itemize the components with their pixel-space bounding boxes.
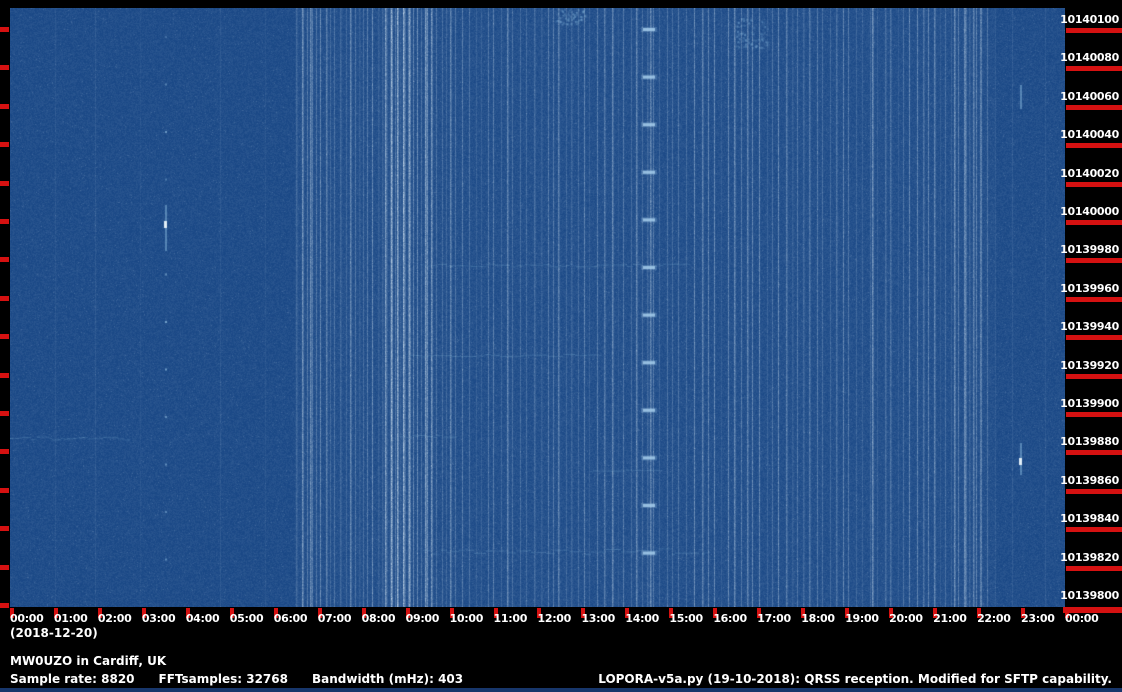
freq-tick-left bbox=[0, 487, 9, 493]
time-label: 07:00 bbox=[317, 612, 352, 625]
time-label: 05:00 bbox=[229, 612, 264, 625]
freq-tick-right bbox=[1066, 450, 1122, 456]
freq-label: 10139800 bbox=[1060, 589, 1119, 602]
freq-tick-left bbox=[0, 603, 9, 608]
time-label: 18:00 bbox=[801, 612, 835, 625]
freq-label: 10140000 bbox=[1060, 205, 1119, 218]
time-label: 10:00 bbox=[449, 612, 484, 625]
freq-tick-left bbox=[0, 219, 9, 224]
freq-tick-left bbox=[0, 334, 9, 340]
freq-label: 10139880 bbox=[1060, 435, 1119, 449]
freq-tick-left bbox=[0, 411, 9, 416]
qrss-grabber-image: 10140100 10140080 10140060 10140040 10140020… bbox=[0, 0, 1122, 692]
freq-label: 10139960 bbox=[1060, 281, 1119, 295]
freq-tick-left bbox=[0, 257, 9, 263]
time-label: 04:00 bbox=[185, 612, 220, 625]
freq-tick-right bbox=[1066, 220, 1122, 225]
time-label: 02:00 bbox=[97, 612, 132, 625]
freq-tick-left bbox=[0, 564, 9, 570]
freq-tick-right bbox=[1066, 181, 1122, 187]
time-label: 00:00 bbox=[1064, 612, 1099, 625]
freq-tick-left bbox=[0, 526, 9, 532]
time-label: 08:00 bbox=[361, 612, 396, 625]
freq-label: 10140060 bbox=[1060, 89, 1119, 103]
freq-tick-right bbox=[1066, 565, 1122, 571]
freq-label: 10139900 bbox=[1060, 397, 1119, 410]
time-label: 17:00 bbox=[757, 612, 791, 625]
time-label: 14:00 bbox=[625, 612, 659, 625]
time-label: 22:00 bbox=[977, 612, 1011, 625]
freq-label: 10139980 bbox=[1060, 243, 1119, 257]
fft-samples-label: FFTsamples: 32768 bbox=[158, 672, 288, 686]
time-label: 03:00 bbox=[141, 612, 176, 625]
freq-label: 10139920 bbox=[1060, 358, 1119, 372]
freq-tick-left bbox=[0, 449, 9, 455]
time-label: 11:00 bbox=[493, 612, 528, 625]
time-label: 13:00 bbox=[581, 612, 615, 625]
freq-label: 10140020 bbox=[1060, 166, 1119, 180]
freq-label: 10139940 bbox=[1060, 320, 1119, 334]
freq-tick-right bbox=[1066, 412, 1122, 417]
freq-tick-right bbox=[1066, 488, 1122, 494]
freq-label: 10139860 bbox=[1060, 473, 1119, 487]
footer-strip bbox=[0, 688, 1122, 692]
time-label: 00:00 bbox=[10, 612, 44, 625]
freq-tick-right bbox=[1066, 258, 1122, 264]
freq-tick-left bbox=[0, 372, 9, 378]
stats-line: Sample rate: 8820 FFTsamples: 32768 Bandwi… bbox=[10, 672, 487, 686]
freq-label: 10139840 bbox=[1060, 512, 1119, 526]
freq-tick-right bbox=[1066, 143, 1122, 149]
time-label: 12:00 bbox=[537, 612, 571, 625]
time-label: 19:00 bbox=[845, 612, 879, 625]
freq-tick-left bbox=[0, 180, 9, 186]
freq-tick-right bbox=[1066, 104, 1122, 110]
freq-label: 10139820 bbox=[1060, 550, 1119, 564]
freq-tick-left bbox=[0, 103, 9, 109]
freq-label: 10140040 bbox=[1060, 128, 1119, 142]
date-label: (2018-12-20) bbox=[10, 626, 98, 640]
freq-label: 10140100 bbox=[1060, 13, 1119, 26]
station-label: MW0UZO in Cardiff, UK bbox=[10, 654, 167, 668]
time-label: 09:00 bbox=[405, 612, 440, 625]
software-label: LOPORA-v5a.py (19-10-2018): QRSS recepti… bbox=[598, 672, 1112, 686]
spectrogram-canvas bbox=[10, 8, 1065, 607]
freq-tick-left bbox=[0, 295, 9, 301]
time-label: 01:00 bbox=[53, 612, 88, 625]
freq-tick-left bbox=[0, 27, 9, 32]
freq-tick-right bbox=[1066, 28, 1122, 33]
sample-rate-label: Sample rate: 8820 bbox=[10, 672, 135, 686]
freq-tick-right bbox=[1066, 296, 1122, 302]
freq-tick-left bbox=[0, 142, 9, 148]
time-label: 23:00 bbox=[1021, 612, 1055, 625]
time-label: 06:00 bbox=[273, 612, 308, 625]
time-label: 20:00 bbox=[889, 612, 923, 625]
freq-tick-right bbox=[1066, 527, 1122, 533]
freq-tick-left bbox=[0, 65, 9, 71]
time-label: 16:00 bbox=[713, 612, 747, 625]
bandwidth-label: Bandwidth (mHz): 403 bbox=[311, 672, 464, 686]
freq-tick-right bbox=[1066, 373, 1122, 379]
freq-tick-right bbox=[1066, 66, 1122, 72]
freq-tick-right bbox=[1066, 335, 1122, 341]
time-label: 21:00 bbox=[933, 612, 967, 625]
freq-label: 10140080 bbox=[1060, 51, 1119, 65]
time-label: 15:00 bbox=[669, 612, 703, 625]
